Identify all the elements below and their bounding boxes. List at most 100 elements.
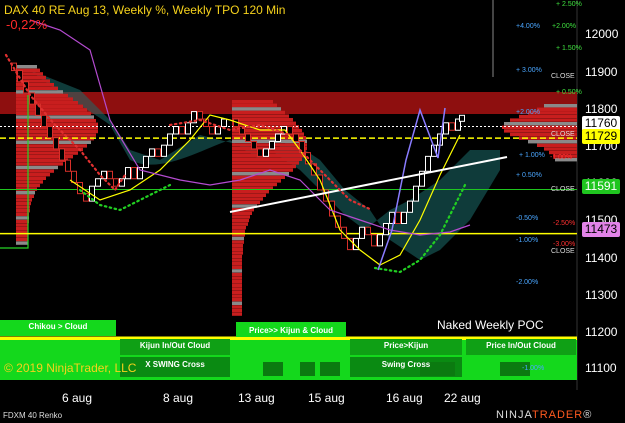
volume-profile-row	[232, 200, 260, 205]
signal-label: Price In/Out Cloud	[486, 341, 556, 350]
x-tick-label: 15 aug	[308, 391, 345, 405]
renko-brick	[125, 167, 131, 180]
renko-brick	[185, 122, 191, 135]
volume-profile-row	[232, 312, 242, 316]
volume-profile-row	[232, 258, 242, 262]
renko-brick	[275, 133, 281, 142]
volume-profile-row	[16, 216, 29, 220]
renko-brick	[53, 137, 59, 150]
y-tick-label: 11800	[585, 102, 618, 116]
renko-brick	[167, 133, 173, 146]
volume-profile-row	[232, 103, 277, 107]
volume-profile-row	[510, 118, 577, 122]
renko-brick	[425, 155, 431, 172]
volume-profile-row	[232, 164, 296, 169]
volume-profile-row	[232, 118, 293, 122]
volume-profile-row	[232, 100, 273, 104]
y-tick-label: 12000	[585, 27, 619, 41]
volume-profile-row	[232, 269, 242, 273]
volume-profile-row	[232, 193, 266, 197]
pct-level-label: -3.00%	[553, 241, 576, 248]
volume-profile-row	[232, 283, 242, 287]
volume-profile-row	[232, 290, 242, 295]
volume-profile-row	[16, 191, 35, 195]
volume-profile-row	[232, 276, 242, 280]
price-box-level: 11473	[582, 222, 620, 237]
volume-profile-row	[232, 110, 285, 115]
renko-brick	[413, 185, 419, 202]
renko-brick	[47, 126, 53, 139]
renko-brick	[293, 133, 299, 142]
pct-level-label: +2.00%	[552, 23, 576, 30]
renko-brick	[251, 140, 257, 150]
volume-profile-row	[232, 161, 299, 165]
volume-profile-row	[232, 168, 293, 172]
renko-brick	[143, 155, 149, 169]
signal-label: Chikou > Cloud	[0, 320, 116, 333]
volume-profile-row	[232, 226, 246, 230]
volume-profile-row	[16, 111, 91, 116]
renko-brick	[263, 148, 269, 157]
renko-brick	[209, 126, 215, 135]
volume-profile-row	[544, 104, 577, 108]
volume-profile-row	[16, 201, 31, 206]
renko-brick	[83, 193, 89, 202]
price-box-kijun: 11729	[582, 129, 620, 144]
pct-level-label: +4.00%	[516, 23, 540, 30]
volume-profile-row	[16, 176, 46, 180]
volume-profile-row	[504, 122, 577, 126]
volume-profile-row	[16, 173, 50, 177]
volume-profile-row	[232, 254, 242, 259]
pct-level-label: + 1.00%	[519, 152, 545, 159]
volume-profile-row	[16, 93, 68, 98]
volume-profile-row	[16, 86, 58, 90]
volume-profile-row	[16, 219, 29, 224]
volume-profile-row	[232, 211, 252, 215]
copyright-text: © 2019 NinjaTrader, LLC	[4, 361, 137, 375]
renko-brick	[155, 148, 161, 157]
y-tick-label: 11300	[585, 288, 618, 302]
signal-bar-block	[263, 362, 283, 376]
y-tick-label: 11100	[585, 361, 617, 375]
renko-brick	[95, 178, 101, 187]
renko-brick	[443, 122, 449, 135]
pct-level-label: + 1.50%	[556, 45, 582, 52]
poc-label: Naked Weekly POC	[437, 318, 544, 332]
volume-profile-row	[16, 223, 28, 227]
renko-brick	[131, 167, 137, 180]
renko-brick	[221, 118, 227, 128]
renko-brick	[449, 122, 455, 131]
pct-level-label: -1.00%	[522, 365, 545, 372]
pct-level-label: -0.50%	[516, 215, 539, 222]
volume-profile-row	[232, 262, 242, 266]
volume-profile-row	[232, 298, 242, 302]
volume-profile-row	[232, 175, 285, 179]
volume-profile-row	[232, 197, 263, 201]
volume-profile-row	[16, 180, 43, 184]
renko-brick	[377, 234, 383, 247]
renko-brick	[245, 133, 251, 142]
volume-profile-row	[16, 162, 63, 166]
x-tick-label: 16 aug	[386, 391, 423, 405]
pct-level-label: -1.00%	[550, 154, 573, 161]
pct-level-label: +2.00%	[516, 109, 540, 116]
volume-profile-row	[232, 236, 244, 241]
price-box-level: 11591	[582, 179, 620, 194]
volume-profile-row	[232, 114, 289, 118]
volume-profile-row	[544, 147, 577, 151]
renko-brick	[359, 226, 365, 239]
volume-profile-row	[232, 308, 242, 313]
pct-level-label: + 0.50%	[516, 172, 542, 179]
volume-profile-row	[232, 182, 277, 187]
volume-profile-row	[232, 305, 242, 309]
renko-brick	[149, 148, 155, 157]
close-label: CLOSE	[551, 186, 575, 193]
price-chart[interactable]	[0, 0, 625, 423]
volume-profile-row	[16, 198, 32, 202]
volume-profile-row	[16, 108, 87, 112]
pct-level-label: + 3.00%	[516, 67, 542, 74]
volume-profile-row	[16, 151, 78, 155]
signal-label: Swing Cross	[381, 360, 431, 369]
volume-profile-row	[232, 280, 242, 284]
volume-profile-row	[232, 215, 250, 219]
